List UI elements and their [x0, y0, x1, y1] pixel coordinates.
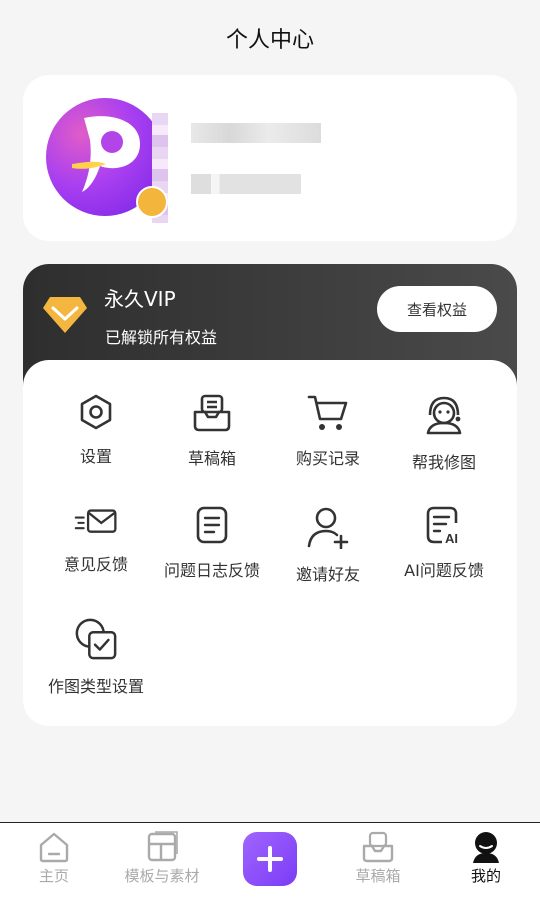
tab-home[interactable]: 主页 — [31, 831, 77, 886]
vip-title: 永久VIP — [104, 287, 176, 311]
menu-item-ai-feedback[interactable]: AI AI问题反馈 — [386, 472, 502, 580]
tab-label: 我的 — [470, 867, 501, 885]
menu-item-settings[interactable]: 设置 — [38, 360, 154, 466]
app-logo-icon — [72, 116, 140, 192]
tab-label: 模板与素材 — [124, 867, 200, 885]
support-agent-icon — [422, 393, 466, 437]
add-user-icon — [306, 505, 350, 549]
menu-item-label: 帮我修图 — [411, 453, 476, 472]
menu-item-label: 设置 — [79, 447, 112, 466]
tab-templates[interactable]: 模板与素材 — [118, 831, 206, 886]
svg-text:AI: AI — [445, 531, 458, 545]
gear-icon — [74, 393, 118, 431]
username-blurred — [191, 123, 321, 143]
vip-subtitle: 已解锁所有权益 — [105, 328, 218, 347]
menu-item-feedback[interactable]: 意见反馈 — [38, 472, 154, 574]
inbox-icon — [190, 393, 234, 433]
menu-item-label: 作图类型设置 — [47, 677, 144, 696]
tab-label: 草稿箱 — [355, 867, 401, 885]
home-icon — [39, 832, 69, 863]
profile-card[interactable] — [23, 75, 517, 241]
template-icon — [147, 831, 178, 862]
menu-item-label: 问题日志反馈 — [163, 561, 260, 580]
menu-grid-card: 设置 草稿箱 购买记录 帮我修图 意见反馈 问题日志反馈 邀请好友 AI AI问… — [23, 360, 517, 726]
menu-item-label: 购买记录 — [295, 449, 360, 468]
menu-item-drafts[interactable]: 草稿箱 — [154, 360, 270, 468]
checkbox-overlap-icon — [74, 617, 118, 661]
menu-item-label: AI问题反馈 — [404, 561, 484, 580]
profile-icon — [473, 832, 499, 863]
mail-icon — [74, 505, 118, 539]
tab-mine[interactable]: 我的 — [463, 831, 509, 886]
ai-document-icon: AI — [422, 505, 466, 545]
cart-icon — [306, 393, 350, 433]
bottom-tab-bar: 主页 模板与素材 草稿箱 我的 — [0, 822, 540, 924]
level-badge-icon — [136, 186, 168, 218]
tab-label: 主页 — [38, 867, 69, 885]
menu-item-log-feedback[interactable]: 问题日志反馈 — [154, 472, 270, 580]
menu-item-drawing-type-settings[interactable]: 作图类型设置 — [38, 584, 154, 696]
page-title: 个人中心 — [225, 28, 314, 53]
inbox-icon — [362, 831, 394, 863]
document-icon — [190, 505, 234, 545]
menu-item-purchase-history[interactable]: 购买记录 — [270, 360, 386, 468]
diamond-icon — [43, 297, 87, 333]
menu-item-label: 草稿箱 — [187, 449, 236, 468]
menu-item-help-edit[interactable]: 帮我修图 — [386, 360, 502, 472]
view-benefits-button[interactable]: 查看权益 — [377, 286, 497, 332]
user-id-blurred — [191, 174, 301, 194]
menu-item-label: 邀请好友 — [295, 565, 360, 584]
create-button[interactable] — [243, 832, 297, 886]
menu-item-label: 意见反馈 — [63, 555, 128, 574]
plus-icon — [257, 846, 283, 872]
menu-item-invite-friends[interactable]: 邀请好友 — [270, 472, 386, 584]
tab-drafts[interactable]: 草稿箱 — [355, 831, 401, 886]
